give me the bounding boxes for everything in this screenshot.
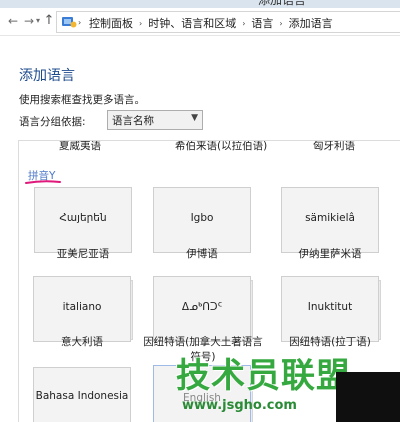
up-arrow-icon[interactable]: ↑ <box>42 14 56 28</box>
search-hint: 使用搜索框查找更多语言。 <box>19 94 145 106</box>
language-tile-inari-sami[interactable]: sämikielâ <box>281 187 379 253</box>
language-caption[interactable]: 匈牙利语 <box>313 141 355 153</box>
language-caption[interactable]: 夏威夷语 <box>59 141 101 153</box>
group-by-value: 语言名称 <box>112 115 154 127</box>
language-tile-armenian[interactable]: Հայերեն <box>34 187 132 253</box>
crumb-clock-language-region[interactable]: 时钟、语言和区域 <box>148 15 236 31</box>
language-tile-inuktitut-syllabics[interactable]: ᐃᓄᒃᑎᑐᑦ <box>153 276 251 342</box>
group-by-select[interactable]: 语言名称 ▼ <box>107 110 203 130</box>
language-native-name: italiano <box>62 301 102 313</box>
crumb-separator-icon: › <box>78 18 82 27</box>
language-caption[interactable]: 意大利语 <box>22 335 142 350</box>
title-bar: 添加语言 <box>0 0 400 8</box>
crumb-control-panel[interactable]: 控制面板 <box>89 15 133 31</box>
language-caption[interactable]: 伊博语 <box>142 247 262 262</box>
language-tile-indonesian[interactable]: Bahasa Indonesia <box>33 367 131 422</box>
crumb-separator-icon: › <box>279 18 283 28</box>
language-native-name: Igbo <box>190 212 214 224</box>
page-title: 添加语言 <box>19 68 75 84</box>
language-caption[interactable]: 希伯来语(以拉伯语) <box>175 141 267 153</box>
language-native-name: Հայերեն <box>59 212 107 224</box>
watermark-url: www.jsgho.com <box>182 398 297 413</box>
language-native-name: Inuktitut <box>307 301 353 313</box>
language-tile-igbo[interactable]: Igbo <box>153 187 251 253</box>
window-title: 添加语言 <box>258 0 307 7</box>
crumb-language[interactable]: 语言 <box>251 15 273 31</box>
group-by-label: 语言分组依据: <box>19 116 86 128</box>
crumb-separator-icon: › <box>242 18 246 28</box>
crumb-add-language[interactable]: 添加语言 <box>289 15 333 31</box>
language-native-name: sämikielâ <box>305 212 355 224</box>
language-tile-italian[interactable]: italiano <box>33 276 131 342</box>
language-native-name: ᐃᓄᒃᑎᑐᑦ <box>181 301 223 313</box>
watermark-logo: 技术员联盟 <box>176 356 351 396</box>
red-underline-mark <box>25 180 61 184</box>
control-panel-icon <box>62 17 77 28</box>
language-tile-inuktitut-latin[interactable]: Inuktitut <box>281 276 379 342</box>
language-caption[interactable]: 亚美尼亚语 <box>23 247 143 262</box>
chevron-down-icon: ▼ <box>191 113 198 123</box>
breadcrumb[interactable]: › 控制面板 › 时钟、语言和区域 › 语言 › 添加语言 <box>56 11 400 33</box>
watermark-dark-block <box>336 372 400 422</box>
breadcrumb-items: 控制面板 › 时钟、语言和区域 › 语言 › 添加语言 <box>89 15 333 31</box>
language-native-name: Bahasa Indonesia <box>35 390 129 402</box>
crumb-separator-icon: › <box>139 18 143 28</box>
back-arrow-icon[interactable]: ← <box>6 14 20 28</box>
language-caption[interactable]: 伊纳里萨米语 <box>270 247 390 262</box>
address-bar: ← → ▾ ↑ › 控制面板 › 时钟、语言和区域 › 语言 › 添加语言 <box>0 8 400 36</box>
